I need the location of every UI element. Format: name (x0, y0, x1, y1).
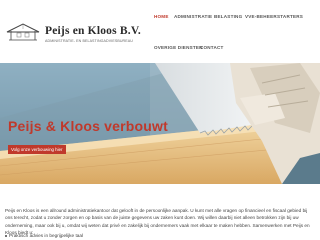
hero-title: Peijs & Kloos verbouwt (8, 118, 168, 134)
list-item-text: Praktisch advies in begrijpelijke taal (9, 233, 83, 238)
nav-item-overige-diensten[interactable]: OVERIGE DIENSTEN (154, 45, 203, 50)
brand-name[interactable]: Peijs en Kloos B.V. (45, 25, 141, 37)
nav-item-belasting[interactable]: BELASTING (214, 14, 242, 19)
nav-item-starters[interactable]: STARTERS (277, 14, 303, 19)
follow-renovation-button[interactable]: Volg onze verbouwing hier (8, 145, 66, 154)
list-item: Praktisch advies in begrijpelijke taal (5, 233, 83, 238)
nav-item-contact[interactable]: CONTACT (200, 45, 224, 50)
nav-item-administratie[interactable]: ADMINISTRATIE (174, 14, 212, 19)
site-header: Peijs en Kloos B.V. ADMINISTRATIE- EN BE… (0, 0, 320, 63)
hero-banner: Peijs & Kloos verbouwt Volg onze verbouw… (0, 63, 320, 184)
brand-tagline: ADMINISTRATIE- EN BELASTINGADVIESBUREAU (45, 39, 133, 43)
house-logo-icon (6, 23, 40, 41)
bullet-icon (5, 234, 7, 237)
nav-item-vve-beheer[interactable]: VVE-BEHEER (245, 14, 277, 19)
nav-item-home[interactable]: HOME (154, 14, 169, 19)
